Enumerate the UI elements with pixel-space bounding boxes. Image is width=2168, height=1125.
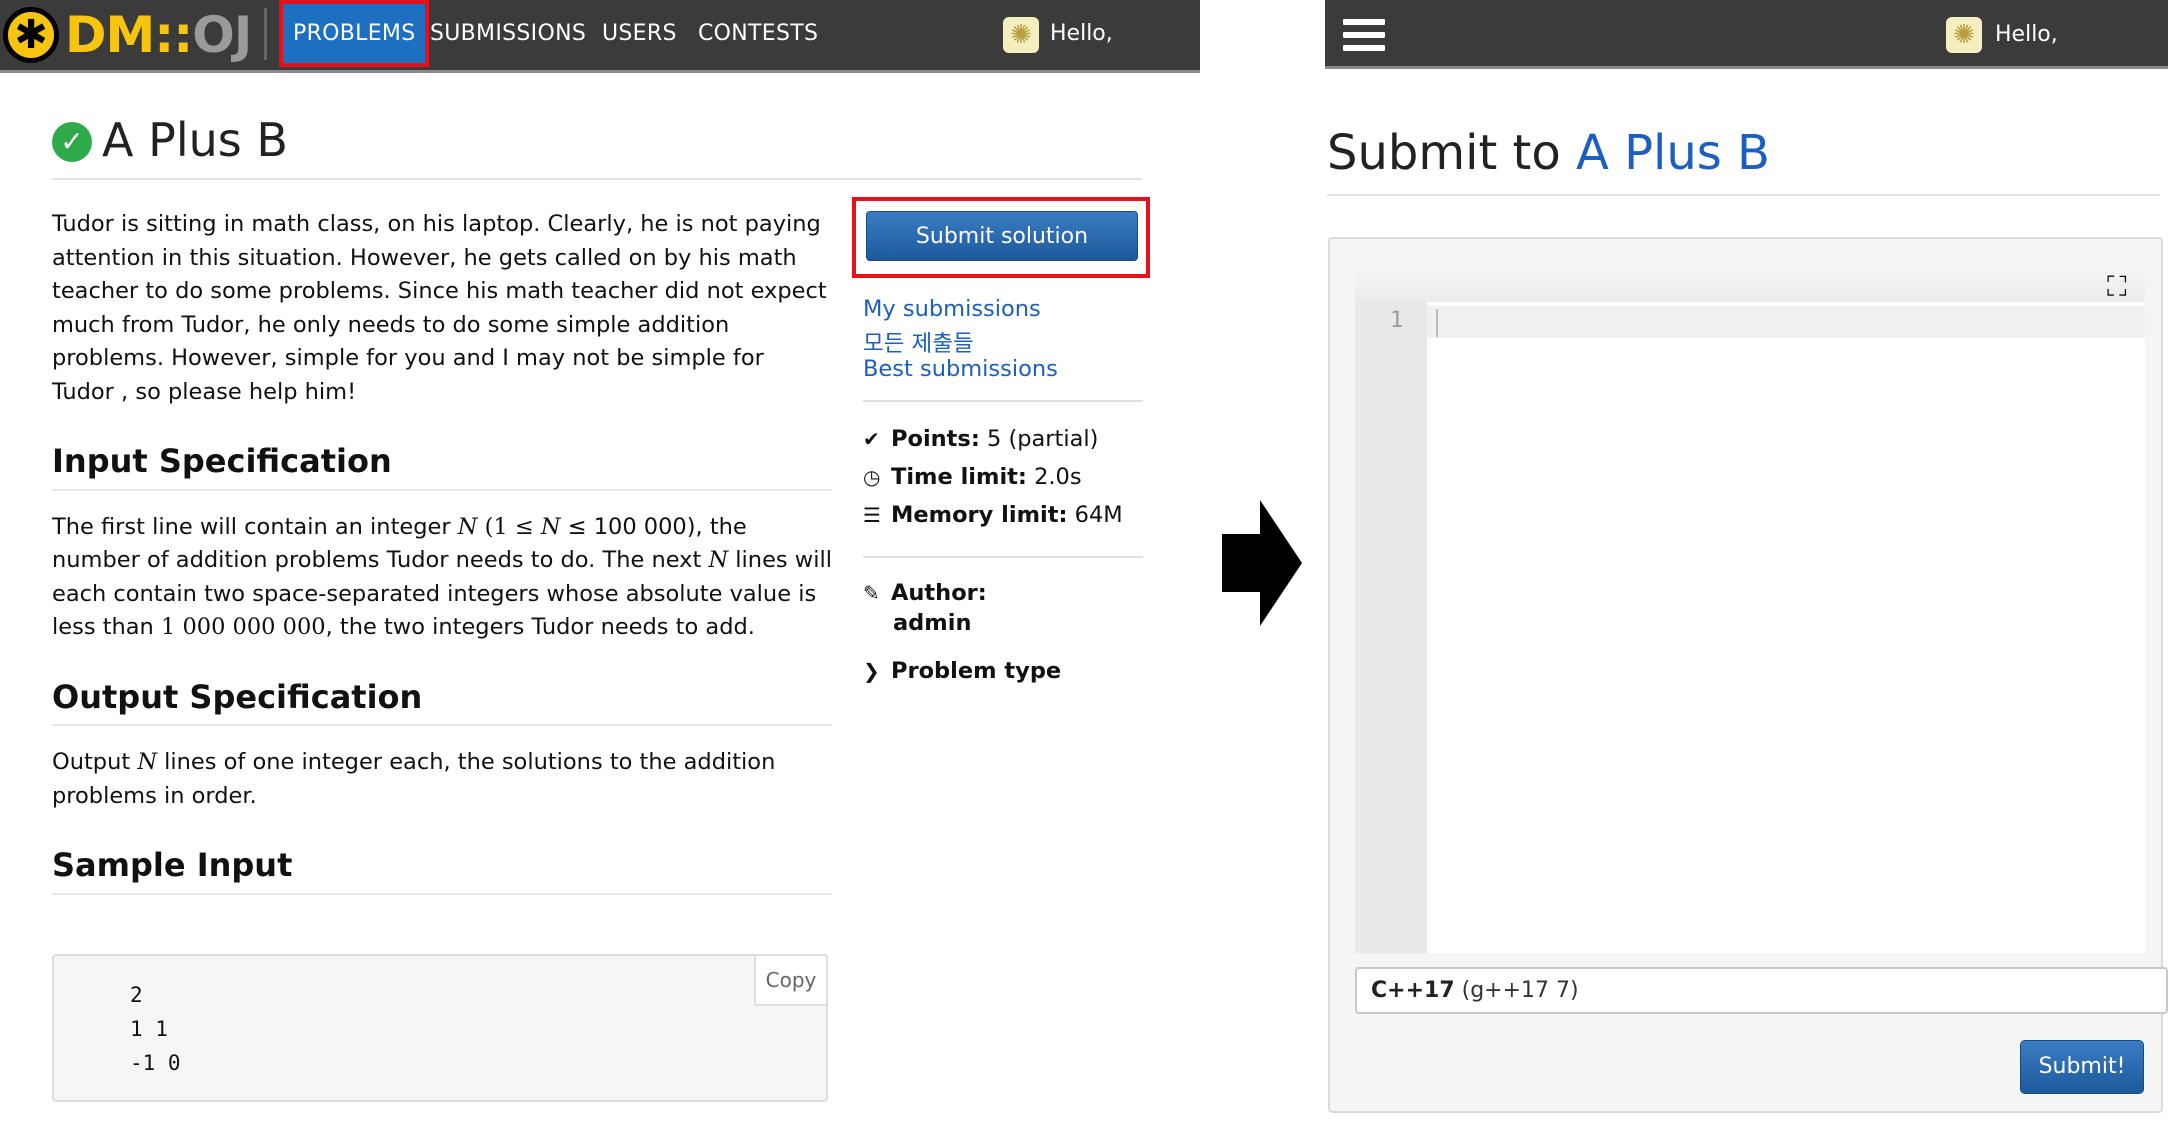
editor-gutter	[1355, 302, 1427, 953]
server-icon: ☰	[863, 503, 881, 527]
output-spec-heading: Output Specification	[52, 680, 832, 726]
problem-type-toggle[interactable]: ❯ Problem type	[863, 658, 1061, 684]
chevron-right-icon: ❯	[863, 659, 880, 683]
language-select[interactable]: C++17 (g++17 7)	[1355, 967, 2168, 1014]
nav-contests[interactable]: CONTESTS	[698, 0, 818, 67]
nav-problems[interactable]: PROBLEMS	[279, 0, 430, 67]
submit-button[interactable]: Submit!	[2020, 1040, 2144, 1094]
my-submissions-link[interactable]: My submissions	[863, 296, 1041, 322]
input-spec-text: The first line will contain an integer N…	[52, 513, 832, 641]
problem-statement: Tudor is sitting in math class, on his l…	[52, 208, 832, 895]
nav-users[interactable]: USERS	[602, 0, 677, 67]
problem-link[interactable]: A Plus B	[1576, 125, 1770, 181]
submit-solution-highlight: Submit solution	[852, 197, 1150, 278]
all-submissions-link[interactable]: 모든 제출들	[863, 326, 974, 358]
problem-header: ✓ A Plus B	[52, 112, 1142, 180]
editor-cursor	[1436, 309, 1438, 337]
navbar-divider	[264, 8, 267, 60]
avatar[interactable]: ✺	[1946, 17, 1982, 53]
submit-solution-button[interactable]: Submit solution	[866, 211, 1138, 261]
hamburger-icon[interactable]	[1343, 19, 1385, 51]
sample-input-heading: Sample Input	[52, 848, 832, 895]
code-editor[interactable]	[1355, 302, 2145, 953]
sample-input-content: 2 1 1 -1 0	[130, 983, 181, 1075]
sidebar-divider	[863, 556, 1143, 558]
line-number: 1	[1390, 308, 1404, 333]
editor-toolbar	[1355, 266, 2145, 302]
author-info: ✎ Author:	[863, 580, 987, 606]
submit-header: Submit to A Plus B	[1327, 122, 2160, 196]
logo-asterisk-icon: ✱	[3, 7, 59, 63]
author-name[interactable]: admin	[893, 610, 971, 636]
top-navbar: ✱ DM::OJ PROBLEMS SUBMISSIONS USERS CONT…	[0, 0, 1200, 73]
nav-submissions[interactable]: SUBMISSIONS	[430, 0, 586, 67]
copy-button[interactable]: Copy	[754, 954, 828, 1006]
problem-title: A Plus B	[102, 113, 288, 167]
avatar[interactable]: ✺	[1003, 17, 1039, 53]
check-circle-icon: ✓	[52, 122, 92, 162]
time-limit-info: ◷ Time limit: 2.0s	[863, 464, 1082, 490]
input-spec-heading: Input Specification	[52, 444, 832, 491]
output-spec-text: Output N lines of one integer each, the …	[52, 749, 776, 809]
user-greeting[interactable]: Hello,	[1050, 0, 1113, 67]
best-submissions-link[interactable]: Best submissions	[863, 356, 1058, 382]
edit-icon: ✎	[863, 581, 880, 605]
right-arrow-icon	[1222, 500, 1302, 626]
sidebar-divider	[863, 400, 1143, 402]
problem-page: ✱ DM::OJ PROBLEMS SUBMISSIONS USERS CONT…	[0, 0, 1200, 1125]
submit-title: Submit to A Plus B	[1327, 125, 1770, 181]
clock-icon: ◷	[863, 465, 881, 489]
points-info: ✔ Points: 5 (partial)	[863, 426, 1099, 452]
checkmark-icon: ✔	[863, 427, 880, 451]
logo-text: DM::OJ	[65, 6, 252, 64]
problem-intro: Tudor is sitting in math class, on his l…	[52, 211, 827, 405]
sample-input-box: 2 1 1 -1 0 Copy	[52, 954, 828, 1102]
editor-active-line[interactable]	[1427, 306, 2145, 338]
memory-limit-info: ☰ Memory limit: 64M	[863, 502, 1123, 528]
expand-icon[interactable]: ⛶	[2107, 270, 2127, 304]
user-greeting[interactable]: Hello,	[1995, 0, 2058, 70]
site-logo[interactable]: ✱ DM::OJ	[0, 4, 252, 66]
